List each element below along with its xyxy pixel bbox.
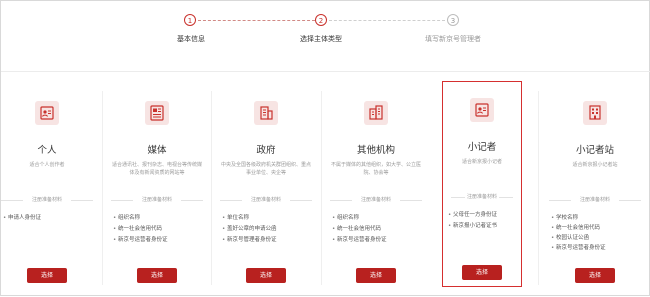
materials-list: 学校名称 统一社会信用代码 校园认证公函 新京号运营者身份证 bbox=[551, 213, 643, 253]
building-icon bbox=[254, 101, 278, 125]
step-connector-2 bbox=[329, 20, 445, 21]
card-description: 适合新京报小记者站 bbox=[572, 162, 618, 168]
list-item: 统一社会信用代码 bbox=[113, 224, 205, 235]
list-item: 单位名称 bbox=[222, 213, 314, 224]
list-item: 新京报小记者证书 bbox=[448, 221, 515, 232]
materials-list: 申请人身份证 bbox=[3, 213, 95, 224]
card-title: 小记者站 bbox=[575, 145, 614, 156]
materials-heading: 注册准备材料 bbox=[218, 196, 314, 204]
list-item: 学校名称 bbox=[551, 213, 643, 223]
card-other-organization[interactable]: 其他机构 不属于媒体的其他组织，如大学、公立医院、协会等 注册准备材料 组织名称… bbox=[322, 85, 430, 289]
step-1-circle: 1 bbox=[184, 14, 196, 26]
list-item: 新京号运营者身份证 bbox=[113, 235, 205, 246]
card-young-reporter[interactable]: 小记者 适合新京报小记者 注册准备材料 父母任一方身份证 新京报小记者证书 选择 bbox=[442, 81, 522, 287]
select-button-other-organization[interactable]: 选择 bbox=[356, 268, 396, 283]
materials-heading: 注册准备材料 bbox=[547, 196, 643, 204]
card-title: 个人 bbox=[37, 145, 57, 156]
materials-heading: 注册准备材料 bbox=[109, 196, 205, 204]
id-card-icon bbox=[35, 101, 59, 125]
card-government[interactable]: 政府 中央及全国各级政府机关群团组织、重点事业单位、央企等 注册准备材料 单位名… bbox=[212, 85, 320, 289]
select-button-young-reporter-station[interactable]: 选择 bbox=[575, 268, 615, 283]
card-description: 适合新京报小记者 bbox=[461, 159, 502, 165]
list-item: 新京号运营者身份证 bbox=[551, 243, 643, 253]
card-individual[interactable]: 个人 适合个人创作者 注册准备材料 申请人身份证 选择 bbox=[0, 85, 101, 289]
newspaper-icon bbox=[145, 101, 169, 125]
list-item: 统一社会信用代码 bbox=[551, 223, 643, 233]
station-building-icon bbox=[583, 101, 607, 125]
card-media[interactable]: 媒体 适合通讯社、报刊杂志、电视台等传统媒体及有新闻资质的网站等 注册准备材料 … bbox=[103, 85, 211, 289]
step-2-label: 选择主体类型 bbox=[300, 35, 342, 43]
materials-heading: 注册准备材料 bbox=[0, 196, 95, 204]
materials-list: 组织名称 统一社会信用代码 新京号运营者身份证 bbox=[332, 213, 424, 246]
card-title: 政府 bbox=[256, 145, 276, 156]
card-young-reporter-station[interactable]: 小记者站 适合新京报小记者站 注册准备材料 学校名称 统一社会信用代码 校园认证… bbox=[541, 85, 649, 289]
materials-heading: 注册准备材料 bbox=[328, 196, 424, 204]
select-button-government[interactable]: 选择 bbox=[246, 268, 286, 283]
list-item: 申请人身份证 bbox=[3, 213, 95, 224]
select-button-media[interactable]: 选择 bbox=[137, 268, 177, 283]
list-item: 新京号运营者身份证 bbox=[332, 235, 424, 246]
list-item: 盖好公章的申请公函 bbox=[222, 224, 314, 235]
list-item: 统一社会信用代码 bbox=[332, 224, 424, 235]
list-item: 父母任一方身份证 bbox=[448, 210, 515, 221]
card-description: 适合通讯社、报刊杂志、电视台等传统媒体及有新闻资质的网站等 bbox=[111, 162, 202, 176]
step-3-circle: 3 bbox=[447, 14, 459, 26]
reporter-card-icon bbox=[470, 98, 494, 122]
card-title: 小记者 bbox=[467, 142, 497, 153]
step-2-circle: 2 bbox=[315, 14, 327, 26]
step-3-label: 填写新京号管理者 bbox=[425, 35, 481, 43]
card-divider bbox=[538, 91, 539, 285]
progress-stepper: 1 2 3 基本信息 选择主体类型 填写新京号管理者 bbox=[1, 1, 650, 71]
card-description: 中央及全国各级政府机关群团组织、重点事业单位、央企等 bbox=[220, 162, 311, 176]
materials-list: 组织名称 统一社会信用代码 新京号运营者身份证 bbox=[113, 213, 205, 246]
list-item: 校园认证公函 bbox=[551, 233, 643, 243]
card-description: 不属于媒体的其他组织，如大学、公立医院、协会等 bbox=[330, 162, 421, 176]
office-building-icon bbox=[364, 101, 388, 125]
select-button-young-reporter[interactable]: 选择 bbox=[462, 265, 502, 280]
card-title: 其他机构 bbox=[356, 145, 395, 156]
header-divider bbox=[1, 71, 650, 72]
select-button-individual[interactable]: 选择 bbox=[27, 268, 67, 283]
entity-type-cards: 个人 适合个人创作者 注册准备材料 申请人身份证 选择 媒体 适合通讯社、报刊杂… bbox=[1, 81, 650, 297]
list-item: 新京号管理者身份证 bbox=[222, 235, 314, 246]
list-item: 组织名称 bbox=[113, 213, 205, 224]
card-description: 适合个人创作者 bbox=[29, 162, 65, 168]
materials-list: 单位名称 盖好公章的申请公函 新京号管理者身份证 bbox=[222, 213, 314, 246]
list-item: 组织名称 bbox=[332, 213, 424, 224]
step-connector-1 bbox=[198, 20, 315, 21]
card-title: 媒体 bbox=[147, 145, 167, 156]
materials-list: 父母任一方身份证 新京报小记者证书 bbox=[448, 210, 515, 232]
step-1-label: 基本信息 bbox=[177, 35, 205, 43]
materials-heading: 注册准备材料 bbox=[449, 193, 515, 201]
page-frame: 1 2 3 基本信息 选择主体类型 填写新京号管理者 个人 适合个人创作者 注册… bbox=[0, 0, 650, 296]
